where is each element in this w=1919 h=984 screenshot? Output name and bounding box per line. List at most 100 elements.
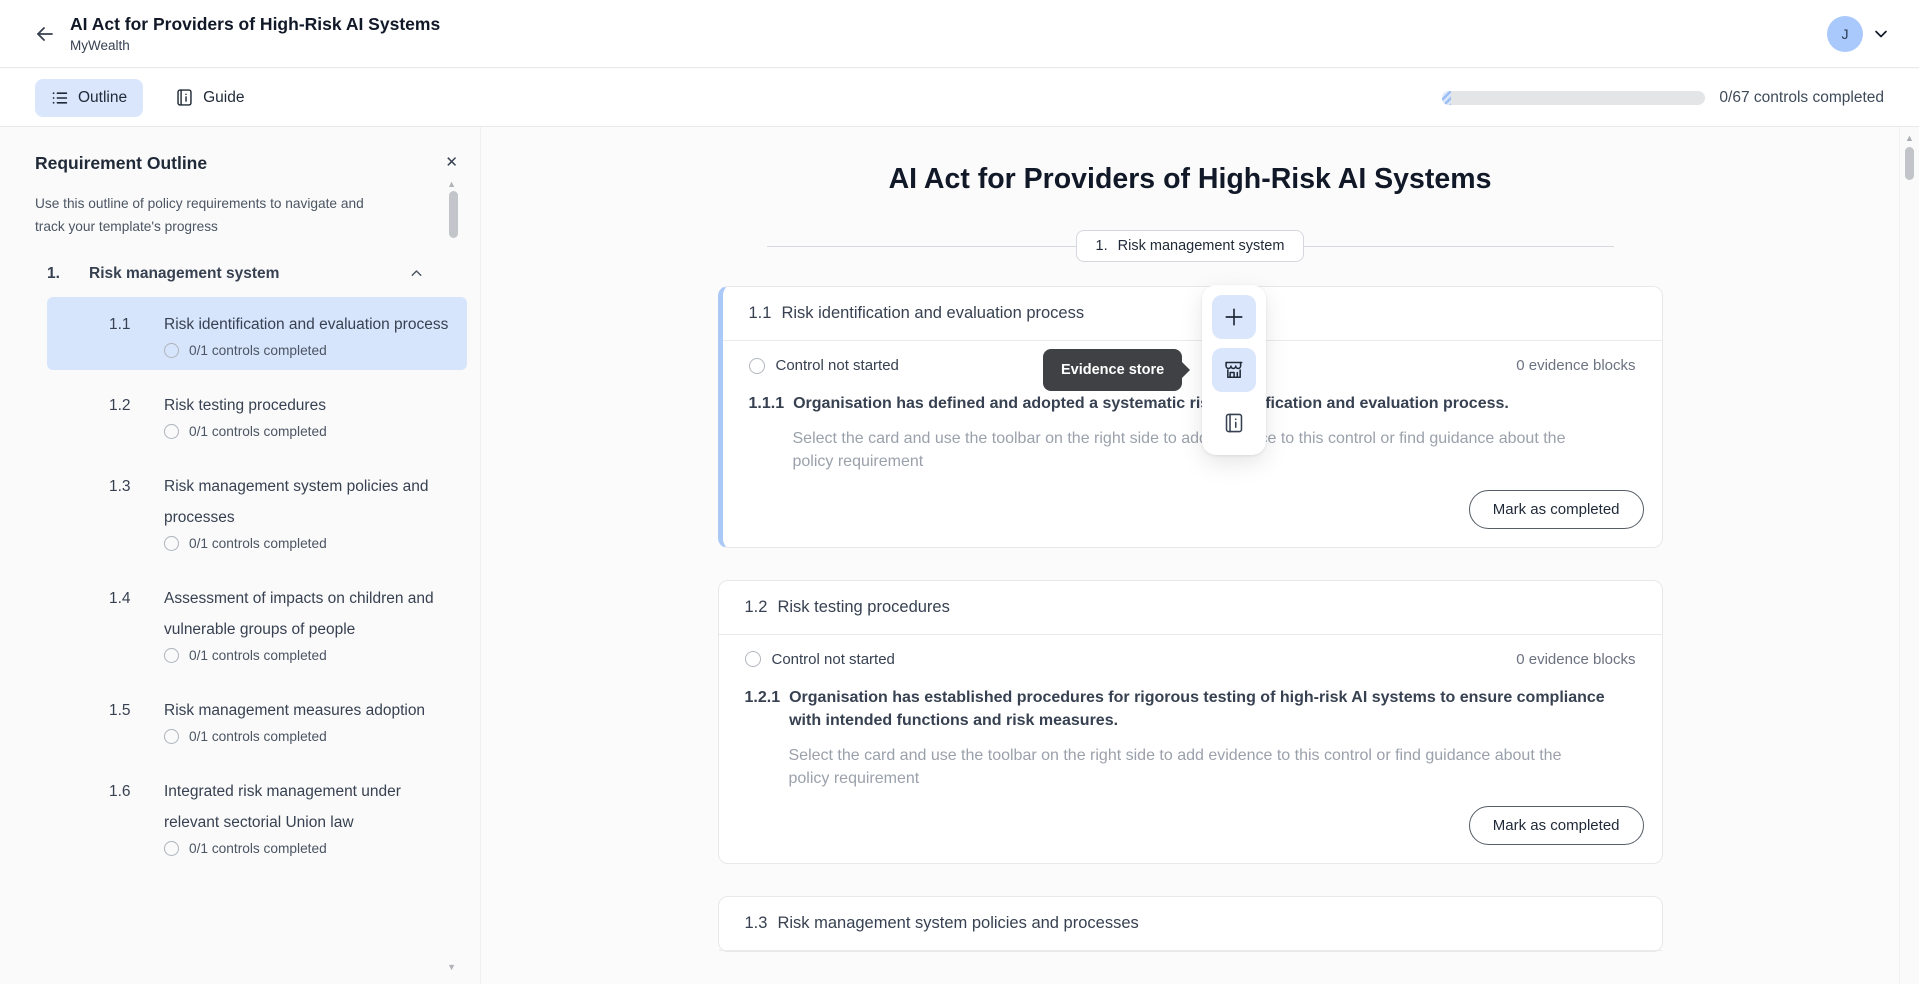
section-chip-number: 1. (1096, 238, 1108, 254)
control-hint: Select the card and use the toolbar on t… (793, 427, 1605, 473)
sidebar-item-list: 1.1 Risk identification and evaluation p… (47, 297, 467, 868)
sidebar-section-risk-management[interactable]: 1. Risk management system (47, 265, 467, 283)
avatar-initial: J (1842, 26, 1849, 42)
item-number: 1.2 (109, 390, 164, 439)
controls-progress-label: 0/67 controls completed (1719, 89, 1884, 107)
tab-guide-label: Guide (203, 89, 244, 107)
scroll-up-icon[interactable]: ▲ (1900, 133, 1919, 143)
section-chip: 1. Risk management system (1076, 230, 1305, 262)
status-circle-icon (164, 841, 179, 856)
card-action-toolbar (1202, 285, 1266, 455)
card-number: 1.1 (749, 304, 772, 323)
item-status: 0/1 controls completed (189, 729, 327, 744)
avatar[interactable]: J (1827, 16, 1863, 52)
control-status-circle-icon (745, 651, 761, 667)
item-label: Risk management system policies and proc… (164, 471, 457, 533)
storefront-icon (1223, 359, 1245, 381)
tab-guide[interactable]: Guide (159, 79, 260, 117)
controls-progress-fill (1442, 91, 1451, 105)
item-status: 0/1 controls completed (189, 424, 327, 439)
workspace: Requirement Outline ✕ Use this outline o… (0, 127, 1919, 984)
sidebar-scrollbar-thumb[interactable] (449, 191, 458, 238)
item-label: Risk testing procedures (164, 390, 457, 421)
card-number: 1.2 (745, 598, 768, 617)
status-circle-icon (164, 536, 179, 551)
app-root: AI Act for Providers of High-Risk AI Sys… (0, 0, 1919, 984)
section-label: Risk management system (89, 265, 408, 283)
mark-completed-button[interactable]: Mark as completed (1469, 806, 1644, 845)
header-titles: AI Act for Providers of High-Risk AI Sys… (70, 14, 440, 53)
sidebar-item-1-6[interactable]: 1.6 Integrated risk management under rel… (47, 764, 467, 868)
card-divider (719, 950, 1662, 951)
sidebar-item-1-4[interactable]: 1.4 Assessment of impacts on children an… (47, 571, 467, 675)
sidebar-scroll-down-icon[interactable]: ▼ (447, 962, 456, 972)
item-number: 1.1 (109, 309, 164, 358)
tab-outline[interactable]: Outline (35, 79, 143, 117)
header: AI Act for Providers of High-Risk AI Sys… (0, 0, 1919, 68)
chevron-down-icon[interactable] (1871, 24, 1891, 44)
control-card-1-3[interactable]: 1.3 Risk management system policies and … (718, 896, 1663, 952)
requirement-outline-panel: Requirement Outline ✕ Use this outline o… (0, 127, 481, 984)
card-title: Risk identification and evaluation proce… (781, 304, 1084, 323)
close-icon: ✕ (445, 154, 458, 171)
sidebar-scroll-up-icon[interactable]: ▲ (447, 179, 456, 189)
sidebar-item-1-5[interactable]: 1.5 Risk management measures adoption 0/… (47, 683, 467, 756)
panel-description: Use this outline of policy requirements … (35, 192, 369, 239)
item-number: 1.4 (109, 583, 164, 663)
section-number: 1. (47, 265, 89, 283)
item-label: Integrated risk management under relevan… (164, 776, 457, 838)
control-status-label: Control not started (776, 357, 899, 374)
main-scrollbar[interactable]: ▲ (1899, 127, 1919, 984)
chevron-up-icon[interactable] (408, 265, 425, 282)
sidebar-item-1-3[interactable]: 1.3 Risk management system policies and … (47, 459, 467, 563)
evidence-store-button[interactable] (1212, 348, 1256, 392)
back-button[interactable] (28, 17, 62, 51)
document-title: AI Act for Providers of High-Risk AI Sys… (718, 163, 1663, 196)
control-number: 1.1.1 (749, 392, 785, 415)
item-label: Risk identification and evaluation proce… (164, 309, 457, 340)
book-info-icon (1223, 412, 1245, 434)
status-circle-icon (164, 648, 179, 663)
view-toolbar: Outline Guide 0/67 controls completed (0, 69, 1919, 127)
sidebar-item-1-1[interactable]: 1.1 Risk identification and evaluation p… (47, 297, 467, 370)
item-status: 0/1 controls completed (189, 536, 327, 551)
item-number: 1.5 (109, 695, 164, 744)
book-info-icon (175, 88, 194, 107)
controls-progress-bar (1442, 91, 1705, 105)
item-number: 1.6 (109, 776, 164, 856)
add-evidence-button[interactable] (1212, 295, 1256, 339)
control-number: 1.2.1 (745, 686, 781, 732)
status-circle-icon (164, 343, 179, 358)
mark-completed-button[interactable]: Mark as completed (1469, 490, 1644, 529)
control-status-label: Control not started (772, 651, 895, 668)
status-circle-icon (164, 729, 179, 744)
control-text: Organisation has defined and adopted a s… (793, 392, 1509, 415)
card-title: Risk management system policies and proc… (777, 914, 1138, 933)
control-card-1-1[interactable]: 1.1 Risk identification and evaluation p… (718, 286, 1663, 548)
control-card-1-2[interactable]: 1.2 Risk testing procedures Control not … (718, 580, 1663, 865)
section-chip-label: Risk management system (1118, 238, 1285, 254)
card-title: Risk testing procedures (777, 598, 949, 617)
document-area: AI Act for Providers of High-Risk AI Sys… (481, 127, 1899, 984)
arrow-left-icon (33, 22, 57, 46)
evidence-count: 0 evidence blocks (1516, 651, 1635, 668)
sidebar-item-1-2[interactable]: 1.2 Risk testing procedures 0/1 controls… (47, 378, 467, 451)
section-divider: 1. Risk management system (718, 230, 1663, 262)
item-status: 0/1 controls completed (189, 343, 327, 358)
tab-outline-label: Outline (78, 89, 127, 107)
plus-icon (1223, 306, 1245, 328)
control-text: Organisation has established procedures … (789, 686, 1621, 732)
tooltip-arrow (1182, 362, 1190, 378)
guidance-button[interactable] (1212, 401, 1256, 445)
status-circle-icon (164, 424, 179, 439)
item-label: Assessment of impacts on children and vu… (164, 583, 457, 645)
card-number: 1.3 (745, 914, 768, 933)
page-subtitle: MyWealth (70, 38, 440, 53)
control-hint: Select the card and use the toolbar on t… (789, 744, 1601, 790)
main-scrollbar-thumb[interactable] (1905, 147, 1914, 180)
page-title: AI Act for Providers of High-Risk AI Sys… (70, 14, 440, 35)
item-number: 1.3 (109, 471, 164, 551)
close-panel-button[interactable]: ✕ (441, 153, 462, 172)
item-status: 0/1 controls completed (189, 841, 327, 856)
control-status-circle-icon (749, 358, 765, 374)
